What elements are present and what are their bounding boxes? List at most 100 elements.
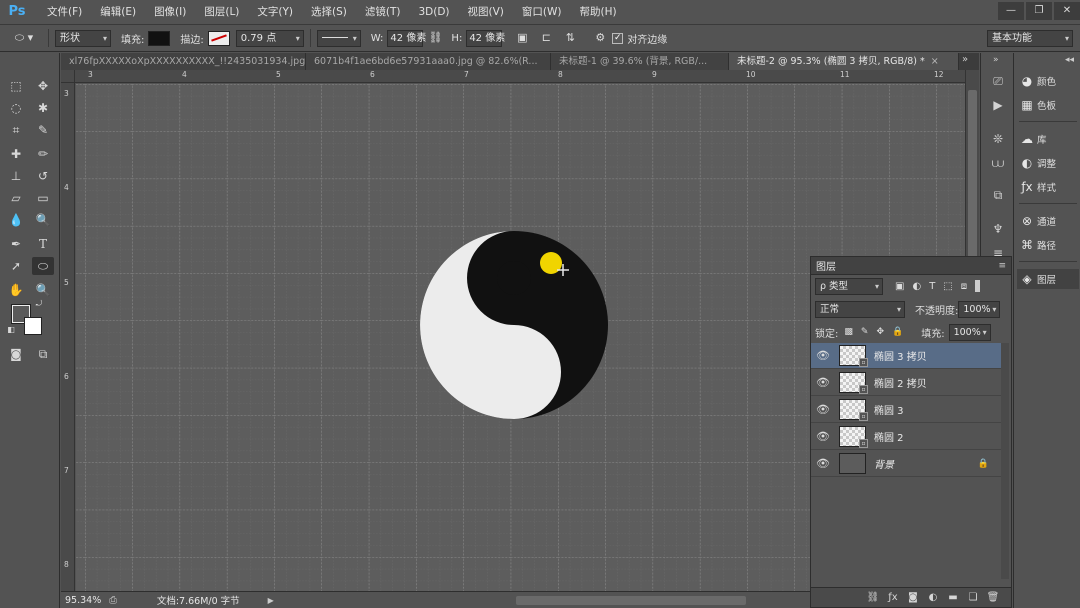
brush-tool-icon[interactable]: ✏: [32, 145, 54, 163]
layers-panel-title[interactable]: 图层: [816, 258, 836, 273]
gradient-tool-icon[interactable]: ▭: [32, 189, 54, 207]
opacity-input[interactable]: 100% ▾: [958, 300, 1001, 318]
layer-row[interactable]: 👁 ▫ 椭圆 2: [811, 424, 1001, 450]
menu-image[interactable]: 图像(I): [145, 0, 195, 24]
ellipse-tool-preset-icon[interactable]: ⬭ ▾: [10, 30, 38, 46]
path-arrangement-icon[interactable]: ⇅: [562, 30, 578, 46]
path-alignment-icon[interactable]: ⊏: [538, 30, 554, 46]
eyedropper-tool-icon[interactable]: ✎: [32, 121, 54, 139]
pen-tool-icon[interactable]: ✒: [5, 235, 27, 253]
menu-select[interactable]: 选择(S): [302, 0, 356, 24]
restore-button[interactable]: ❐: [1026, 2, 1052, 20]
minimize-button[interactable]: —: [998, 2, 1024, 20]
tool-presets-panel-icon[interactable]: ♆: [989, 221, 1007, 237]
visibility-eye-icon[interactable]: 👁: [811, 349, 835, 362]
new-layer-icon[interactable]: ❏: [963, 592, 983, 603]
panel-channels[interactable]: ⊗ 通道: [1017, 211, 1079, 231]
add-layer-style-icon[interactable]: ƒx: [883, 592, 903, 603]
export-icon[interactable]: ⎙: [109, 595, 117, 606]
close-tab-icon[interactable]: ×: [931, 56, 939, 67]
layer-row[interactable]: 👁 ▫ 椭圆 3 拷贝: [811, 343, 1001, 369]
panel-libraries[interactable]: ☁ 库: [1017, 129, 1079, 149]
move-tool-icon[interactable]: ✥: [32, 77, 54, 95]
stroke-type-select[interactable]: ▾: [316, 29, 361, 47]
brush-panel-icon[interactable]: ⩊: [989, 155, 1007, 171]
workspace-select[interactable]: 基本功能 ▾: [987, 30, 1073, 47]
fill-input[interactable]: 100% ▾: [948, 323, 991, 341]
link-icon[interactable]: ⛓: [427, 30, 443, 46]
document-tab-active[interactable]: 未标题-2 @ 95.3% (椭圆 3 拷贝, RGB/8) * ×: [729, 53, 959, 70]
panel-layers[interactable]: ◈ 图层: [1017, 269, 1079, 289]
new-group-icon[interactable]: ▬: [943, 592, 963, 603]
lock-pixels-icon[interactable]: ✎: [861, 327, 869, 337]
screen-mode-icon[interactable]: ⧉: [32, 345, 54, 363]
eraser-tool-icon[interactable]: ▱: [5, 189, 27, 207]
hand-tool-icon[interactable]: ✋: [5, 281, 27, 299]
background-color-swatch[interactable]: [24, 317, 42, 335]
new-adjustment-layer-icon[interactable]: ◐: [923, 592, 943, 603]
magic-wand-tool-icon[interactable]: ✱: [32, 99, 54, 117]
clone-stamp-tool-icon[interactable]: ⊥: [5, 167, 27, 185]
swap-colors-icon[interactable]: ⤾: [34, 299, 44, 309]
menu-type[interactable]: 文字(Y): [248, 0, 302, 24]
layers-scrollbar[interactable]: [1001, 343, 1009, 579]
crop-tool-icon[interactable]: ⌗: [5, 121, 27, 139]
blend-mode-select[interactable]: 正常 ▾: [815, 300, 905, 318]
path-selection-tool-icon[interactable]: ➚: [5, 257, 27, 275]
panel-color[interactable]: ◕ 颜色: [1017, 71, 1079, 91]
stroke-width-input[interactable]: 0.79 点 ▾: [235, 29, 304, 47]
zoom-tool-icon[interactable]: 🔍: [32, 281, 54, 299]
blur-tool-icon[interactable]: 💧: [5, 211, 27, 229]
visibility-eye-icon[interactable]: 👁: [811, 376, 835, 389]
menu-window[interactable]: 窗口(W): [513, 0, 571, 24]
panel-menu-icon[interactable]: ≡: [998, 261, 1006, 271]
actions-panel-icon[interactable]: ▶: [989, 97, 1007, 113]
dodge-tool-icon[interactable]: 🔍: [32, 211, 54, 229]
document-tab[interactable]: xl76fpXXXXXoXpXXXXXXXXXX_!!2435031934.jp…: [61, 53, 306, 70]
marquee-tool-icon[interactable]: ⬚: [5, 77, 27, 95]
filter-adjustment-icon[interactable]: ◐: [912, 281, 921, 292]
tabs-overflow-icon[interactable]: »: [962, 54, 968, 65]
quick-mask-icon[interactable]: ◙: [5, 345, 27, 363]
filter-shape-icon[interactable]: ⬚: [943, 281, 952, 292]
align-edges-checkbox[interactable]: ✓: [612, 32, 624, 44]
ellipse-tool-icon[interactable]: ⬭: [32, 257, 54, 275]
delete-layer-icon[interactable]: 🗑: [983, 592, 1003, 603]
gear-icon[interactable]: ⚙: [592, 30, 608, 46]
panel-list-collapse-icon[interactable]: ◂◂: [1065, 55, 1074, 65]
filter-pixel-icon[interactable]: ▣: [895, 281, 904, 292]
visibility-eye-icon[interactable]: 👁: [811, 457, 835, 470]
horizontal-scrollbar-thumb[interactable]: [516, 596, 746, 605]
layer-row[interactable]: 👁 ▫ 椭圆 2 拷贝: [811, 370, 1001, 396]
default-colors-icon[interactable]: ◧: [6, 325, 16, 335]
fill-swatch[interactable]: [148, 30, 171, 46]
link-layers-icon[interactable]: ⛓: [863, 592, 883, 603]
filter-smart-object-icon[interactable]: ⧈: [961, 281, 967, 292]
layer-filter-select[interactable]: ρ 类型 ▾: [815, 277, 883, 295]
document-tab[interactable]: 6071b4f1ae6bd6e57931aaa0.jpg @ 82.6%(R..…: [306, 53, 551, 70]
panel-styles[interactable]: ƒx 样式: [1017, 177, 1079, 197]
layer-row[interactable]: 👁 ▫ 椭圆 3: [811, 397, 1001, 423]
menu-3d[interactable]: 3D(D): [409, 0, 458, 24]
status-menu-icon[interactable]: ▶: [268, 596, 274, 605]
path-operations-icon[interactable]: ▣: [514, 30, 530, 46]
zoom-level[interactable]: 95.34%: [65, 595, 101, 606]
layer-row-background[interactable]: 👁 背景 🔒: [811, 451, 1001, 477]
lasso-tool-icon[interactable]: ◌: [5, 99, 27, 117]
panel-paths[interactable]: ⌘ 路径: [1017, 235, 1079, 255]
lock-transparency-icon[interactable]: ▩: [844, 327, 853, 337]
menu-file[interactable]: 文件(F): [38, 0, 91, 24]
menu-help[interactable]: 帮助(H): [571, 0, 626, 24]
history-panel-icon[interactable]: ⎚: [989, 73, 1007, 89]
history-brush-tool-icon[interactable]: ↺: [32, 167, 54, 185]
ruler-origin[interactable]: [61, 70, 75, 83]
panel-adjustments[interactable]: ◐ 调整: [1017, 153, 1079, 173]
clone-source-panel-icon[interactable]: ⧉: [989, 187, 1007, 203]
width-input[interactable]: 42 像素: [387, 29, 426, 47]
stroke-swatch[interactable]: [207, 30, 230, 46]
lock-all-icon[interactable]: 🔒: [892, 327, 903, 337]
brush-presets-panel-icon[interactable]: ❊: [989, 131, 1007, 147]
filter-toggle[interactable]: [975, 280, 981, 292]
filter-type-icon[interactable]: T: [929, 281, 935, 292]
lock-position-icon[interactable]: ✥: [876, 327, 884, 337]
